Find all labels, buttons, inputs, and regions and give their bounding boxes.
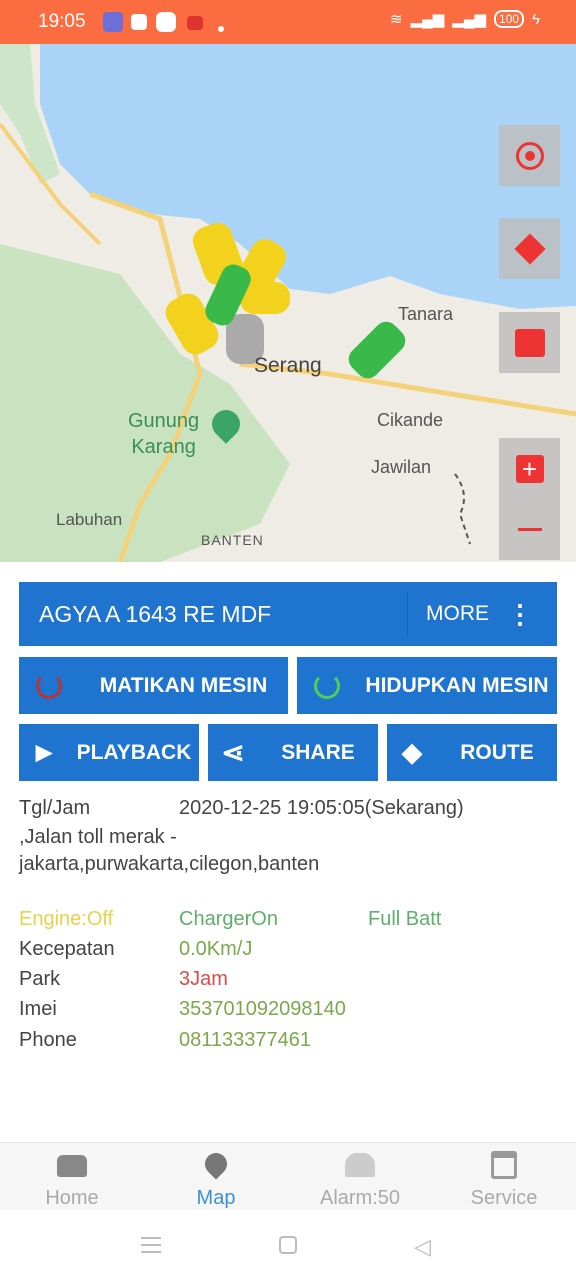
engine-status: Engine:Off (19, 908, 114, 930)
imei-value: 353701092098140 (179, 998, 346, 1020)
map-label: BANTEN (201, 532, 264, 548)
route-button[interactable]: ◆ ROUTE (387, 724, 557, 781)
engine-on-button[interactable]: HIDUPKAN MESIN (297, 657, 557, 714)
wifi-icon: ≋ (390, 11, 403, 28)
zoom-out-button[interactable] (517, 499, 542, 560)
playback-button[interactable]: ▶ PLAYBACK (19, 724, 199, 781)
zoom-in-button[interactable]: + (515, 438, 544, 499)
nav-service[interactable]: Service (432, 1143, 576, 1210)
map-label: Labuhan (56, 510, 123, 529)
power-icon (19, 672, 79, 699)
calendar-icon (491, 1151, 517, 1179)
map-label: Jawilan (371, 457, 432, 477)
battery-status: Full Batt (368, 908, 442, 930)
home-button[interactable] (279, 1236, 297, 1254)
nav-map-label: Map (196, 1187, 236, 1209)
address-line-1: ,Jalan toll merak - (19, 826, 177, 848)
my-location-button[interactable] (499, 125, 560, 186)
back-button[interactable]: ◁ (414, 1234, 431, 1260)
app-icon (156, 12, 176, 32)
status-time: 19:05 (38, 11, 86, 32)
app-notification-icon (103, 12, 123, 32)
car-icon (57, 1155, 87, 1177)
vehicle-info-bar: AGYA A 1643 RE MDF MORE ⋮ (19, 582, 557, 646)
speed-value: 0.0Km/J (179, 938, 253, 960)
plus-icon: + (515, 454, 544, 483)
nav-map[interactable]: Map (144, 1143, 288, 1210)
map-view[interactable]: Tanara Serang Gunung Karang Cikande Jawi… (0, 44, 576, 562)
layers-icon (513, 232, 546, 265)
crosshair-icon (515, 141, 544, 170)
signal-icon-2: ▂▄▆ (452, 11, 487, 28)
street-view-icon (514, 328, 545, 357)
phone-label: Phone (19, 1029, 77, 1051)
minus-icon (517, 528, 542, 531)
power-icon (297, 672, 357, 699)
system-nav-bar: ◁ (0, 1210, 576, 1280)
facebook-icon (131, 14, 147, 30)
signal-icon: ▂▄▆ (410, 11, 445, 28)
siren-icon (345, 1153, 375, 1177)
bottom-nav: Home Map Alarm:50 Service (0, 1142, 576, 1210)
nav-home[interactable]: Home (0, 1143, 144, 1210)
map-label: Cikande (377, 410, 444, 430)
status-bar: 19:05 ≋ ▂▄▆ ▂▄▆ 100 ϟ (0, 0, 576, 44)
map-layers-button[interactable] (499, 218, 560, 279)
charging-icon: ϟ (532, 10, 540, 28)
engine-on-label: HIDUPKAN MESIN (365, 673, 549, 697)
share-label: SHARE (281, 740, 355, 764)
map-label: Serang (254, 354, 322, 377)
datetime-label: Tgl/Jam (19, 797, 91, 819)
directions-icon: ◆ (402, 737, 422, 767)
nav-alarm[interactable]: Alarm:50 (288, 1143, 432, 1210)
vehicle-title: AGYA A 1643 RE MDF (39, 600, 272, 627)
dot-icon (218, 26, 224, 32)
play-icon: ▶ (35, 741, 53, 764)
recents-button[interactable] (141, 1237, 161, 1253)
street-view-button[interactable] (499, 312, 560, 373)
nav-service-label: Service (470, 1187, 538, 1209)
zoom-controls: + (499, 438, 560, 560)
more-button[interactable]: MORE (408, 602, 507, 626)
address-line-2: jakarta,purwakarta,cilegon,banten (19, 853, 320, 875)
map-label: Tanara (398, 304, 454, 324)
speed-label: Kecepatan (19, 938, 115, 960)
map-pin-icon (200, 1148, 232, 1180)
nav-alarm-label: Alarm:50 (319, 1187, 401, 1209)
more-vert-icon[interactable]: ⋮ (507, 599, 557, 630)
datetime-value: 2020-12-25 19:05:05(Sekarang) (179, 797, 464, 819)
charger-status: ChargerOn (179, 908, 278, 930)
nav-home-label: Home (45, 1187, 99, 1209)
imei-label: Imei (19, 998, 57, 1020)
vehicle-markers-cluster[interactable] (160, 218, 293, 374)
phone-value: 081133377461 (179, 1029, 311, 1051)
park-label: Park (19, 968, 61, 990)
share-icon: ⋖ (221, 737, 245, 768)
map-label: Gunung Karang (128, 410, 200, 458)
playback-label: PLAYBACK (76, 740, 192, 764)
engine-off-button[interactable]: MATIKAN MESIN (19, 657, 288, 714)
route-label: ROUTE (460, 740, 534, 764)
share-button[interactable]: ⋖ SHARE (208, 724, 378, 781)
battery-icon: 100 (494, 10, 525, 28)
engine-off-label: MATIKAN MESIN (99, 673, 268, 697)
park-value: 3Jam (179, 968, 228, 990)
alarm-app-icon (187, 16, 203, 30)
